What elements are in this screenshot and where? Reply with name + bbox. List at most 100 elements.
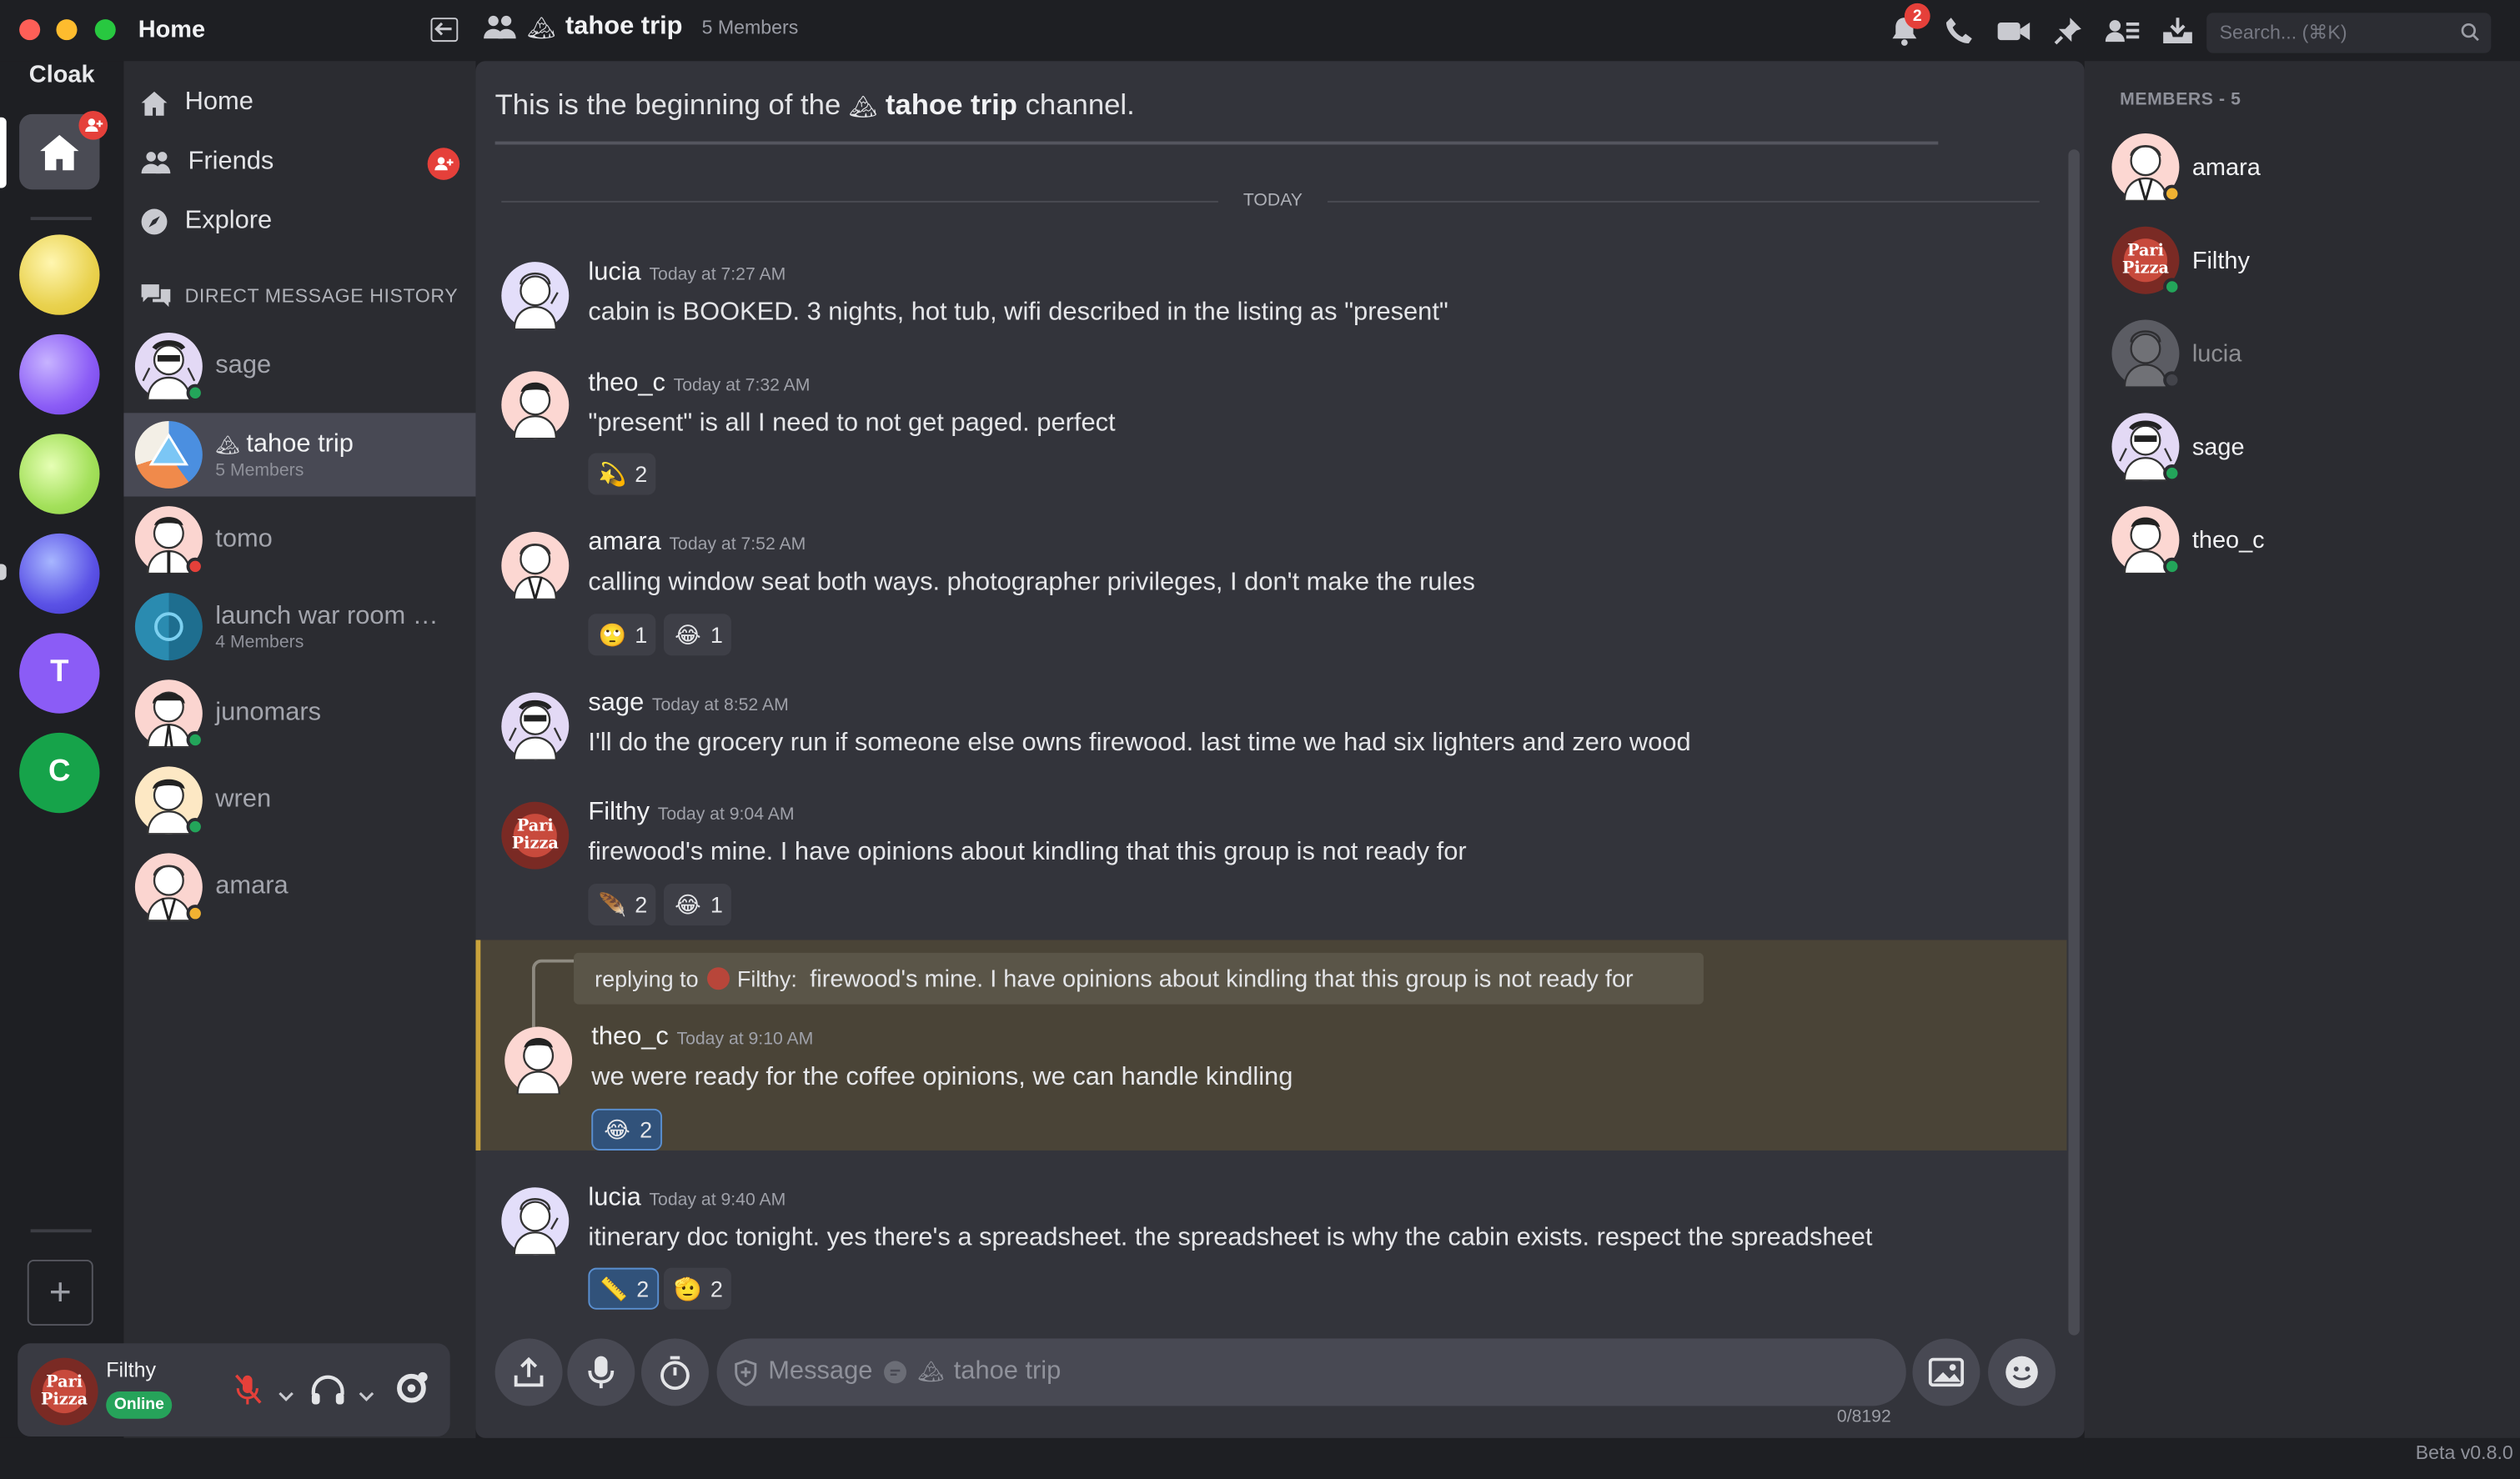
message-header: lucia Today at 9:40 AM <box>588 1184 786 1213</box>
nav-friends[interactable]: Friends <box>140 148 274 177</box>
svg-text:Pari: Pari <box>46 1371 83 1391</box>
reaction-count: 1 <box>710 621 723 648</box>
server-icon-t[interactable]: T <box>19 633 100 714</box>
add-server-button[interactable]: + <box>27 1260 93 1326</box>
microphone-icon <box>588 1356 615 1389</box>
message-author[interactable]: lucia <box>588 258 640 286</box>
message-input[interactable]: Message 🏔 tahoe trip <box>716 1338 1906 1406</box>
reaction-chip[interactable]: 😂 1 <box>663 614 731 656</box>
status-idle-dot <box>186 905 204 923</box>
person-add-icon <box>434 157 454 171</box>
reply-text: firewood's mine. I have opinions about k… <box>810 965 1634 993</box>
notifications-button[interactable]: 2 <box>1887 3 1930 48</box>
video-call-button[interactable] <box>1996 13 2031 48</box>
avatar[interactable] <box>505 1026 573 1095</box>
server-icon-1[interactable] <box>19 234 100 315</box>
message-author[interactable]: theo_c <box>588 369 665 397</box>
server-icon-4[interactable] <box>19 533 100 614</box>
message-text: cabin is BOOKED. 3 nights, hot tub, wifi… <box>588 298 1448 327</box>
member-list-button[interactable] <box>2105 13 2141 48</box>
avatar <box>2111 506 2181 575</box>
member-name: Filthy <box>2191 246 2250 274</box>
avatar[interactable] <box>501 262 570 331</box>
chat-bubbles-icon <box>141 284 171 308</box>
member-name: sage <box>2191 433 2245 461</box>
beginning-prefix: This is the beginning of the <box>494 88 841 121</box>
reaction-chip[interactable]: 😂 1 <box>663 884 731 926</box>
status-online-dot <box>186 730 204 750</box>
inbox-button[interactable] <box>2160 13 2195 48</box>
member-name: theo_c <box>2191 526 2265 554</box>
window-close-button[interactable] <box>19 19 41 41</box>
mute-mic-button[interactable] <box>233 1374 262 1414</box>
message-author[interactable]: Filthy <box>588 799 650 826</box>
avatar[interactable] <box>501 371 570 440</box>
upload-button[interactable] <box>494 1338 563 1406</box>
reaction-count: 2 <box>635 461 648 487</box>
reaction-chip[interactable]: 🙄 1 <box>588 614 655 656</box>
nav-explore-label: Explore <box>184 207 273 235</box>
message-author[interactable]: lucia <box>588 1184 640 1211</box>
search-placeholder: Search... (⌘K) <box>2219 21 2347 44</box>
voice-message-button[interactable] <box>567 1338 635 1406</box>
reaction-chip[interactable]: 💫 2 <box>588 453 655 495</box>
status-offline-dot <box>2163 371 2181 389</box>
members-icon <box>2105 20 2140 43</box>
server-icon-c[interactable]: C <box>19 732 100 814</box>
status-online-dot <box>186 817 204 836</box>
reply-preview[interactable]: replying to Filthy: firewood's mine. I h… <box>574 952 1704 1005</box>
reaction-chip[interactable]: 🪶 2 <box>588 884 655 926</box>
member-item-lucia[interactable]: lucia <box>2111 319 2241 389</box>
user-status-badge[interactable]: Online <box>106 1391 173 1419</box>
dm-item-launch-war-room[interactable]: launch war room … 4 Members <box>123 585 475 669</box>
search-input[interactable]: Search... (⌘K) <box>2206 13 2492 53</box>
reaction-chip[interactable]: 🫡 2 <box>663 1267 731 1310</box>
avatar[interactable] <box>501 531 570 604</box>
collapse-sidebar-icon[interactable] <box>430 18 459 43</box>
user-settings-button[interactable] <box>392 1369 430 1416</box>
message-author[interactable]: amara <box>588 529 660 556</box>
member-item-sage[interactable]: sage <box>2111 413 2245 483</box>
image-icon <box>1928 1357 1965 1387</box>
chat-scrollbar[interactable] <box>2068 149 2080 1336</box>
channel-member-count[interactable]: 5 Members <box>702 16 799 38</box>
nav-explore[interactable]: Explore <box>140 207 273 237</box>
avatar[interactable] <box>501 1187 570 1256</box>
timer-button[interactable] <box>640 1338 709 1406</box>
window-minimize-button[interactable] <box>56 19 78 41</box>
ruler-emoji-icon: 📏 <box>600 1276 629 1302</box>
audio-options-chevron[interactable] <box>359 1381 374 1411</box>
avatar[interactable] <box>501 692 570 761</box>
dm-item-wren[interactable]: wren <box>123 759 475 842</box>
server-letter: T <box>50 655 69 689</box>
mic-options-chevron[interactable] <box>278 1381 294 1411</box>
dm-item-tahoe-trip[interactable]: 🏔 tahoe trip 5 Members <box>123 413 476 497</box>
pinned-messages-button[interactable] <box>2051 13 2086 48</box>
home-button[interactable] <box>19 110 108 190</box>
reaction-chip-selected[interactable]: 😂 2 <box>591 1108 662 1151</box>
window-zoom-button[interactable] <box>94 19 116 41</box>
member-item-filthy[interactable]: Pari Pizza Filthy <box>2111 226 2250 296</box>
member-item-amara[interactable]: amara <box>2111 133 2261 206</box>
user-avatar[interactable]: Pari Pizza <box>30 1357 98 1426</box>
server-icon-3[interactable] <box>19 434 100 514</box>
emoji-button[interactable] <box>1988 1338 2056 1406</box>
beginning-channel: tahoe trip <box>885 88 1017 121</box>
image-button[interactable] <box>1912 1338 1980 1406</box>
message-author[interactable]: theo_c <box>591 1024 669 1051</box>
avatar <box>2111 133 2181 206</box>
message-author[interactable]: sage <box>588 689 644 717</box>
member-item-theo-c[interactable]: theo_c <box>2111 506 2265 575</box>
deafen-button[interactable] <box>310 1374 345 1414</box>
friend-request-badge <box>78 110 108 140</box>
dm-item-sage[interactable]: sage <box>123 324 475 408</box>
dm-item-junomars[interactable]: junomars <box>123 672 475 755</box>
dm-name: launch war room … <box>215 601 439 629</box>
dm-item-tomo[interactable]: tomo <box>123 498 475 581</box>
server-icon-2[interactable] <box>19 333 100 415</box>
dm-item-amara[interactable]: amara <box>123 845 475 929</box>
avatar[interactable]: Pari Pizza <box>501 801 570 870</box>
reaction-chip-selected[interactable]: 📏 2 <box>588 1267 659 1310</box>
voice-call-button[interactable] <box>1941 13 1976 48</box>
nav-home[interactable]: Home <box>140 88 254 118</box>
